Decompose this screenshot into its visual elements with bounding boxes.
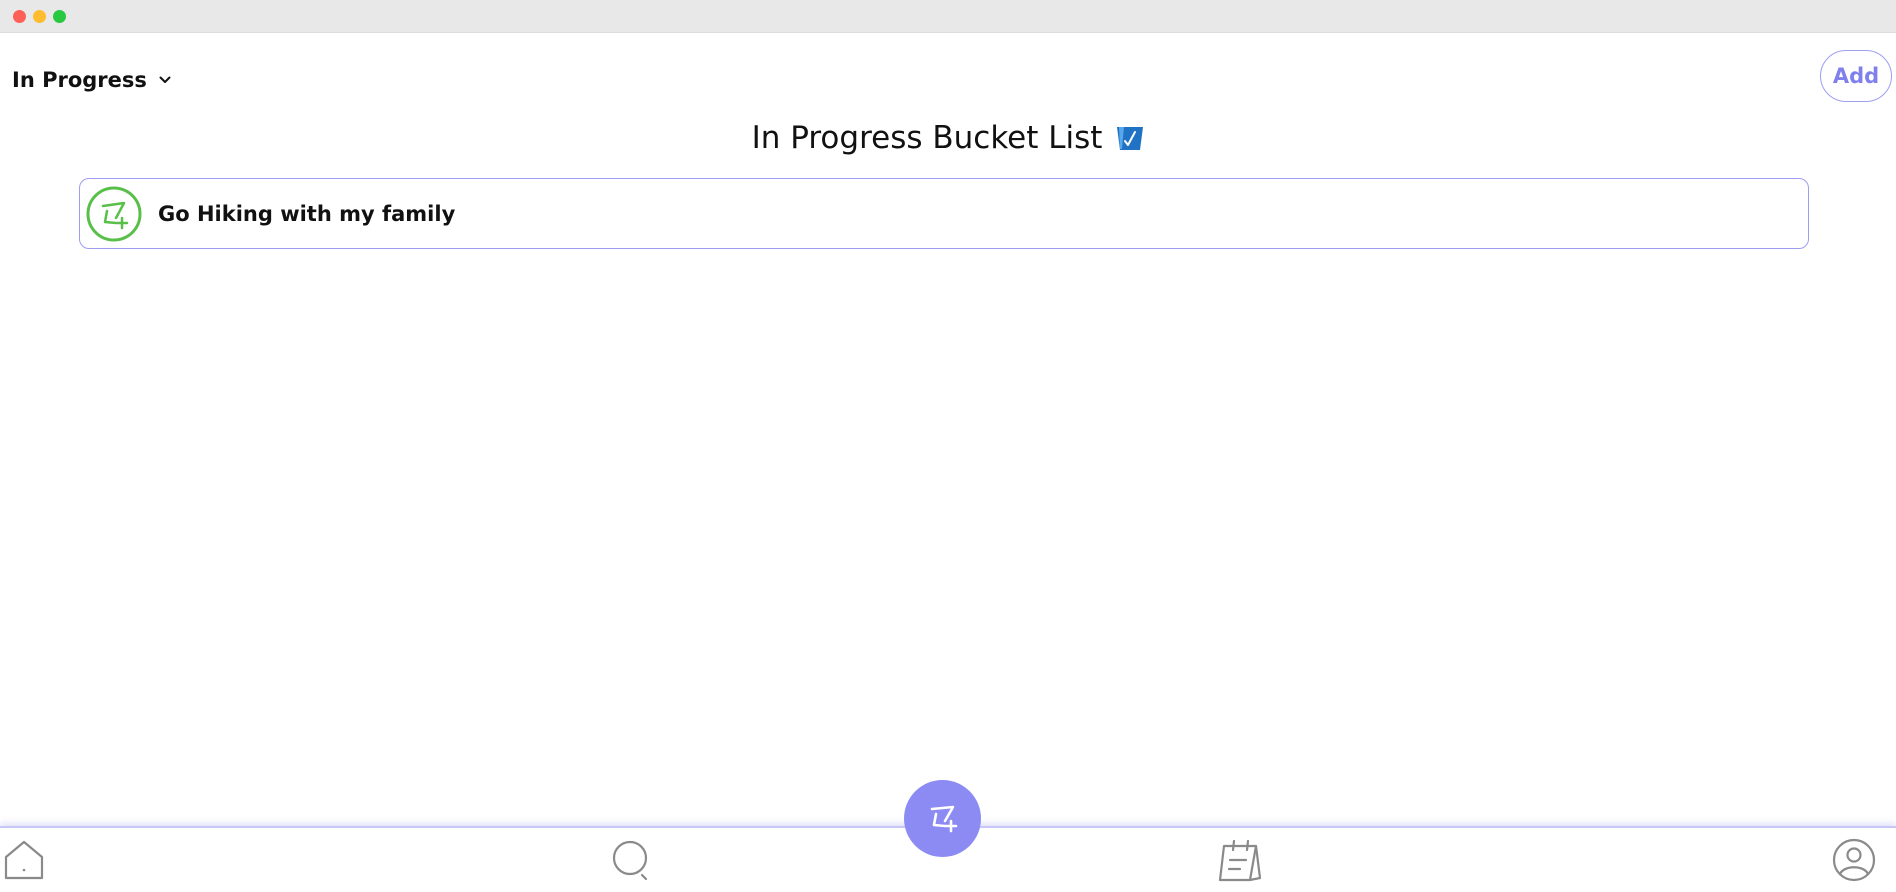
calendar-notes-icon[interactable]	[1218, 838, 1262, 882]
app-window: In Progress Add In Progress Bucket List …	[0, 0, 1896, 892]
bucket-icon	[1117, 127, 1144, 150]
bucket-list-item[interactable]: Go Hiking with my family	[79, 178, 1809, 249]
minimize-window-button[interactable]	[33, 10, 46, 23]
add-button[interactable]: Add	[1820, 50, 1892, 102]
bucket-list-item-label: Go Hiking with my family	[158, 201, 456, 226]
add-goal-icon	[930, 805, 957, 832]
status-filter-label: In Progress	[12, 68, 147, 92]
window-titlebar	[0, 0, 1896, 33]
add-goal-icon	[86, 186, 142, 241]
maximize-window-button[interactable]	[53, 10, 66, 23]
close-window-button[interactable]	[13, 10, 26, 23]
home-icon[interactable]	[2, 838, 46, 882]
page-title-row: In Progress Bucket List	[0, 120, 1896, 156]
profile-icon[interactable]	[1832, 838, 1876, 882]
status-filter-dropdown[interactable]: In Progress	[12, 68, 171, 92]
chevron-down-icon	[159, 76, 171, 83]
page-title: In Progress Bucket List	[751, 120, 1103, 156]
add-goal-button[interactable]	[904, 780, 981, 857]
search-icon[interactable]	[610, 838, 654, 882]
